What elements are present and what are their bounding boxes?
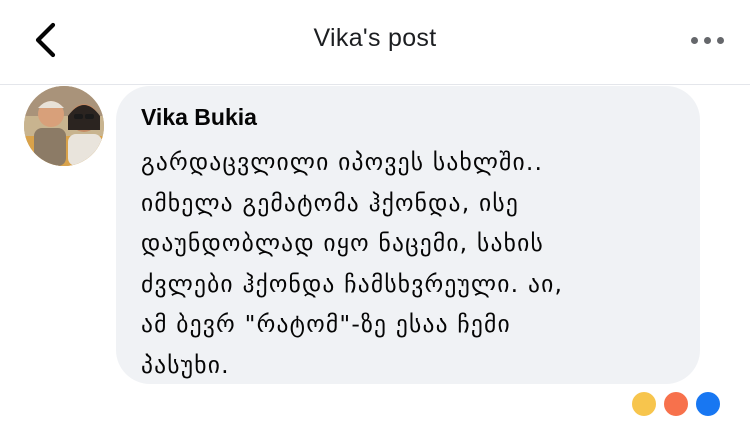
avatar-photo — [24, 86, 104, 166]
angry-reaction-icon — [662, 390, 690, 418]
comment-author[interactable]: Vika Bukia — [141, 104, 257, 131]
more-dot — [703, 36, 711, 44]
sad-reaction-icon — [630, 390, 658, 418]
like-reaction-icon — [694, 390, 722, 418]
comment-bubble: Vika Bukia გარდაცვლილი იპოვეს სახლში.. ი… — [116, 86, 700, 384]
avatar[interactable] — [24, 86, 104, 166]
more-dot — [716, 36, 724, 44]
top-bar: Vika's post — [0, 0, 750, 85]
more-options-button[interactable] — [684, 22, 730, 58]
comment-actions — [140, 390, 740, 422]
more-horizontal-icon — [690, 36, 698, 44]
page-title: Vika's post — [313, 24, 437, 52]
comment-text: გარდაცვლილი იპოვეს სახლში.. იმხელა გემატ… — [141, 148, 564, 379]
reaction-icons[interactable] — [630, 390, 740, 420]
